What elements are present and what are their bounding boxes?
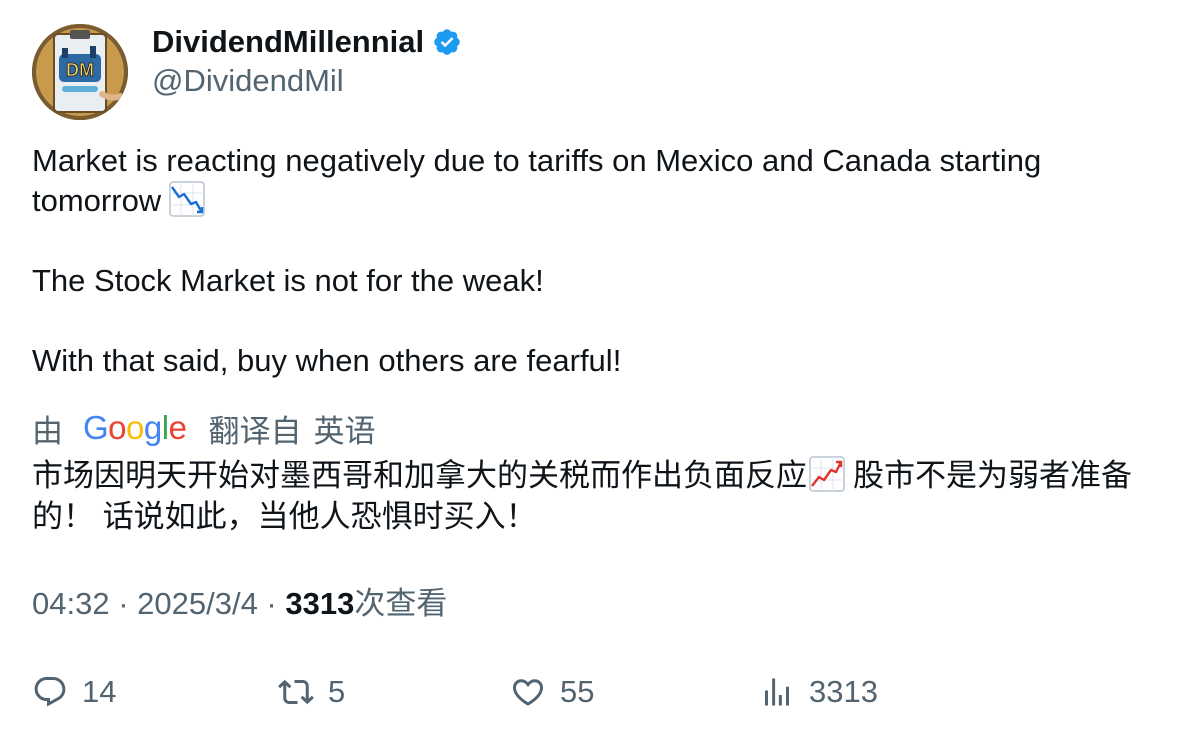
reply-button[interactable]: 14 — [32, 670, 116, 714]
verified-badge-icon — [432, 27, 462, 57]
retweet-button[interactable]: 5 — [278, 670, 345, 714]
retweet-icon — [278, 679, 314, 705]
views-count: 3313 — [285, 586, 355, 621]
like-count: 55 — [560, 674, 595, 709]
tweet-line-1: Market is reacting negatively due to tar… — [32, 143, 1042, 218]
retweet-count: 5 — [328, 674, 346, 709]
tweet-line-3: With that said, buy when others are fear… — [32, 343, 622, 378]
author-display-name[interactable]: DividendMillennial — [152, 23, 424, 61]
meta-separator: · — [257, 586, 286, 621]
views-icon — [765, 678, 789, 706]
action-bar: 14 5 55 3313 — [32, 670, 1172, 714]
chart-decreasing-icon — [169, 181, 205, 217]
source-language[interactable]: 英语 — [313, 406, 375, 451]
views-action-count: 3313 — [809, 674, 878, 709]
avatar-image: DM — [32, 24, 128, 120]
google-logo: Google — [83, 409, 187, 446]
author-handle[interactable]: @DividendMil — [152, 62, 344, 100]
like-button[interactable]: 55 — [510, 670, 594, 714]
reply-count: 14 — [82, 674, 117, 709]
heart-icon — [512, 679, 544, 706]
author-name-row: DividendMillennial — [152, 22, 462, 62]
avatar[interactable]: DM — [32, 24, 128, 120]
tweet-date[interactable]: 2025/3/4 — [137, 586, 258, 621]
translated-text: 市场因明天开始对墨西哥和加拿大的关税而作出负面反应 股市不是为弱者准备的！ 话说… — [32, 456, 1132, 534]
tweet-meta: 04:32 · 2025/3/4 · 3313次查看 — [32, 584, 447, 624]
meta-separator: · — [109, 586, 138, 621]
tweet-time[interactable]: 04:32 — [32, 586, 110, 621]
chart-increasing-icon — [809, 456, 845, 492]
tweet-line-2: The Stock Market is not for the weak! — [32, 263, 544, 298]
reply-icon — [34, 677, 66, 707]
views-label: 次查看 — [354, 586, 448, 621]
translated-from-label[interactable]: 翻译自 — [208, 406, 301, 451]
views-button[interactable]: 3313 — [759, 670, 878, 714]
translated-by-label: 由 — [32, 413, 63, 449]
tweet-text: Market is reacting negatively due to tar… — [32, 141, 1162, 381]
translation-attribution: 由 Google 翻译自 英语 — [32, 406, 375, 451]
svg-text:DM: DM — [66, 60, 94, 80]
